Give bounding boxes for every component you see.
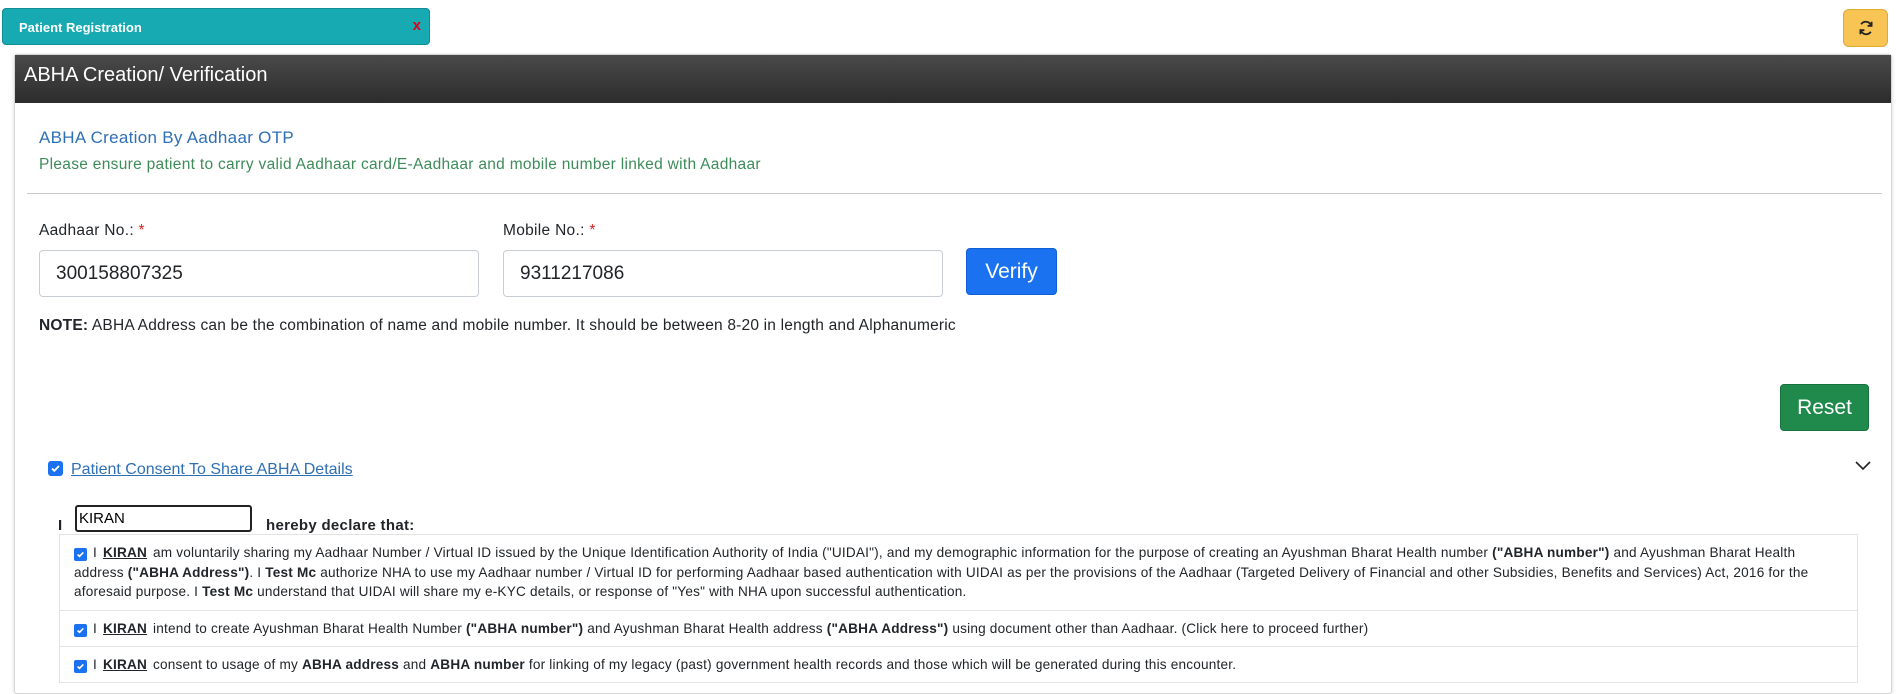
refresh-icon: [1859, 20, 1872, 36]
decl-bold: ("ABHA number"): [465, 621, 584, 636]
declaration-checkbox[interactable]: [74, 624, 87, 637]
decl-text: and: [399, 657, 431, 672]
check-icon: [77, 663, 84, 670]
declaration-item: I KIRAN consent to usage of my ABHA addres…: [59, 646, 1858, 683]
decl-bold: ABHA number: [430, 657, 525, 672]
mobile-label: Mobile No.: *: [503, 222, 596, 240]
decl-text: and Ayushman Bharat Health address: [583, 621, 827, 636]
refresh-button[interactable]: [1843, 9, 1888, 47]
declaration-checkbox[interactable]: [74, 660, 87, 673]
patient-name-input[interactable]: [75, 505, 252, 532]
check-icon: [77, 551, 84, 558]
patient-registration-tab[interactable]: Patient Registration x: [2, 8, 430, 45]
decl-bold: ABHA address: [301, 657, 400, 672]
aadhaar-input[interactable]: [39, 250, 479, 297]
decl-i: I: [93, 657, 97, 672]
decl-bold: Test Mc: [265, 564, 317, 580]
decl-text: understand that UIDAI will share my e-KY…: [253, 584, 967, 599]
decl-i: I: [93, 545, 97, 560]
consent-checkbox[interactable]: [48, 461, 63, 476]
mobile-label-text: Mobile No.:: [503, 222, 585, 239]
panel-title: ABHA Creation/ Verification: [15, 55, 1891, 103]
decl-bold: Test Mc: [202, 584, 254, 599]
decl-bold: ("ABHA number"): [1492, 545, 1610, 560]
check-icon: [77, 627, 84, 634]
declaration-item: I KIRAN intend to create Ayushman Bharat H…: [59, 610, 1858, 647]
section-title: ABHA Creation By Aadhaar OTP: [39, 128, 295, 147]
reset-button[interactable]: Reset: [1780, 384, 1869, 431]
tab-title: Patient Registration: [19, 20, 142, 35]
required-mark: *: [138, 222, 145, 239]
divider: [27, 193, 1882, 194]
section-note: Please ensure patient to carry valid Aad…: [39, 156, 761, 173]
decl-text: am voluntarily sharing my Aadhaar Number…: [153, 545, 1493, 560]
decl-name: KIRAN: [102, 621, 148, 636]
mobile-input[interactable]: [503, 250, 943, 297]
decl-text: intend to create Ayushman Bharat Health …: [153, 621, 466, 636]
declare-text: hereby declare that:: [266, 517, 415, 534]
decl-text: consent to usage of my: [153, 657, 302, 672]
decl-text: . I: [249, 564, 266, 580]
decl-text[interactable]: using document other than Aadhaar. (Clic…: [948, 621, 1368, 636]
decl-bold: ("ABHA Address"): [826, 621, 949, 636]
aadhaar-label: Aadhaar No.: *: [39, 222, 145, 240]
required-mark: *: [589, 222, 596, 239]
aadhaar-label-text: Aadhaar No.:: [39, 222, 134, 239]
declaration-checkbox[interactable]: [74, 548, 87, 561]
decl-i: I: [93, 621, 97, 636]
abha-note: NOTE: ABHA Address can be the combinatio…: [39, 317, 956, 335]
declare-prefix: I: [58, 517, 63, 534]
note-prefix: NOTE:: [39, 317, 89, 334]
consent-link[interactable]: Patient Consent To Share ABHA Details: [71, 461, 353, 479]
declaration-item: I KIRAN am voluntarily sharing my Aadhaar …: [59, 534, 1858, 611]
decl-name: KIRAN: [102, 657, 148, 672]
check-icon: [51, 465, 60, 473]
tab-close-button[interactable]: x: [413, 17, 421, 34]
verify-button[interactable]: Verify: [966, 248, 1057, 295]
chevron-down-icon[interactable]: [1854, 460, 1872, 472]
decl-bold: ("ABHA Address"): [127, 564, 250, 580]
note-body: ABHA Address can be the combination of n…: [88, 317, 956, 334]
decl-name: KIRAN: [102, 545, 148, 560]
abha-panel: ABHA Creation/ Verification ABHA Creatio…: [14, 54, 1892, 694]
decl-text: for linking of my legacy (past) governme…: [524, 657, 1237, 672]
